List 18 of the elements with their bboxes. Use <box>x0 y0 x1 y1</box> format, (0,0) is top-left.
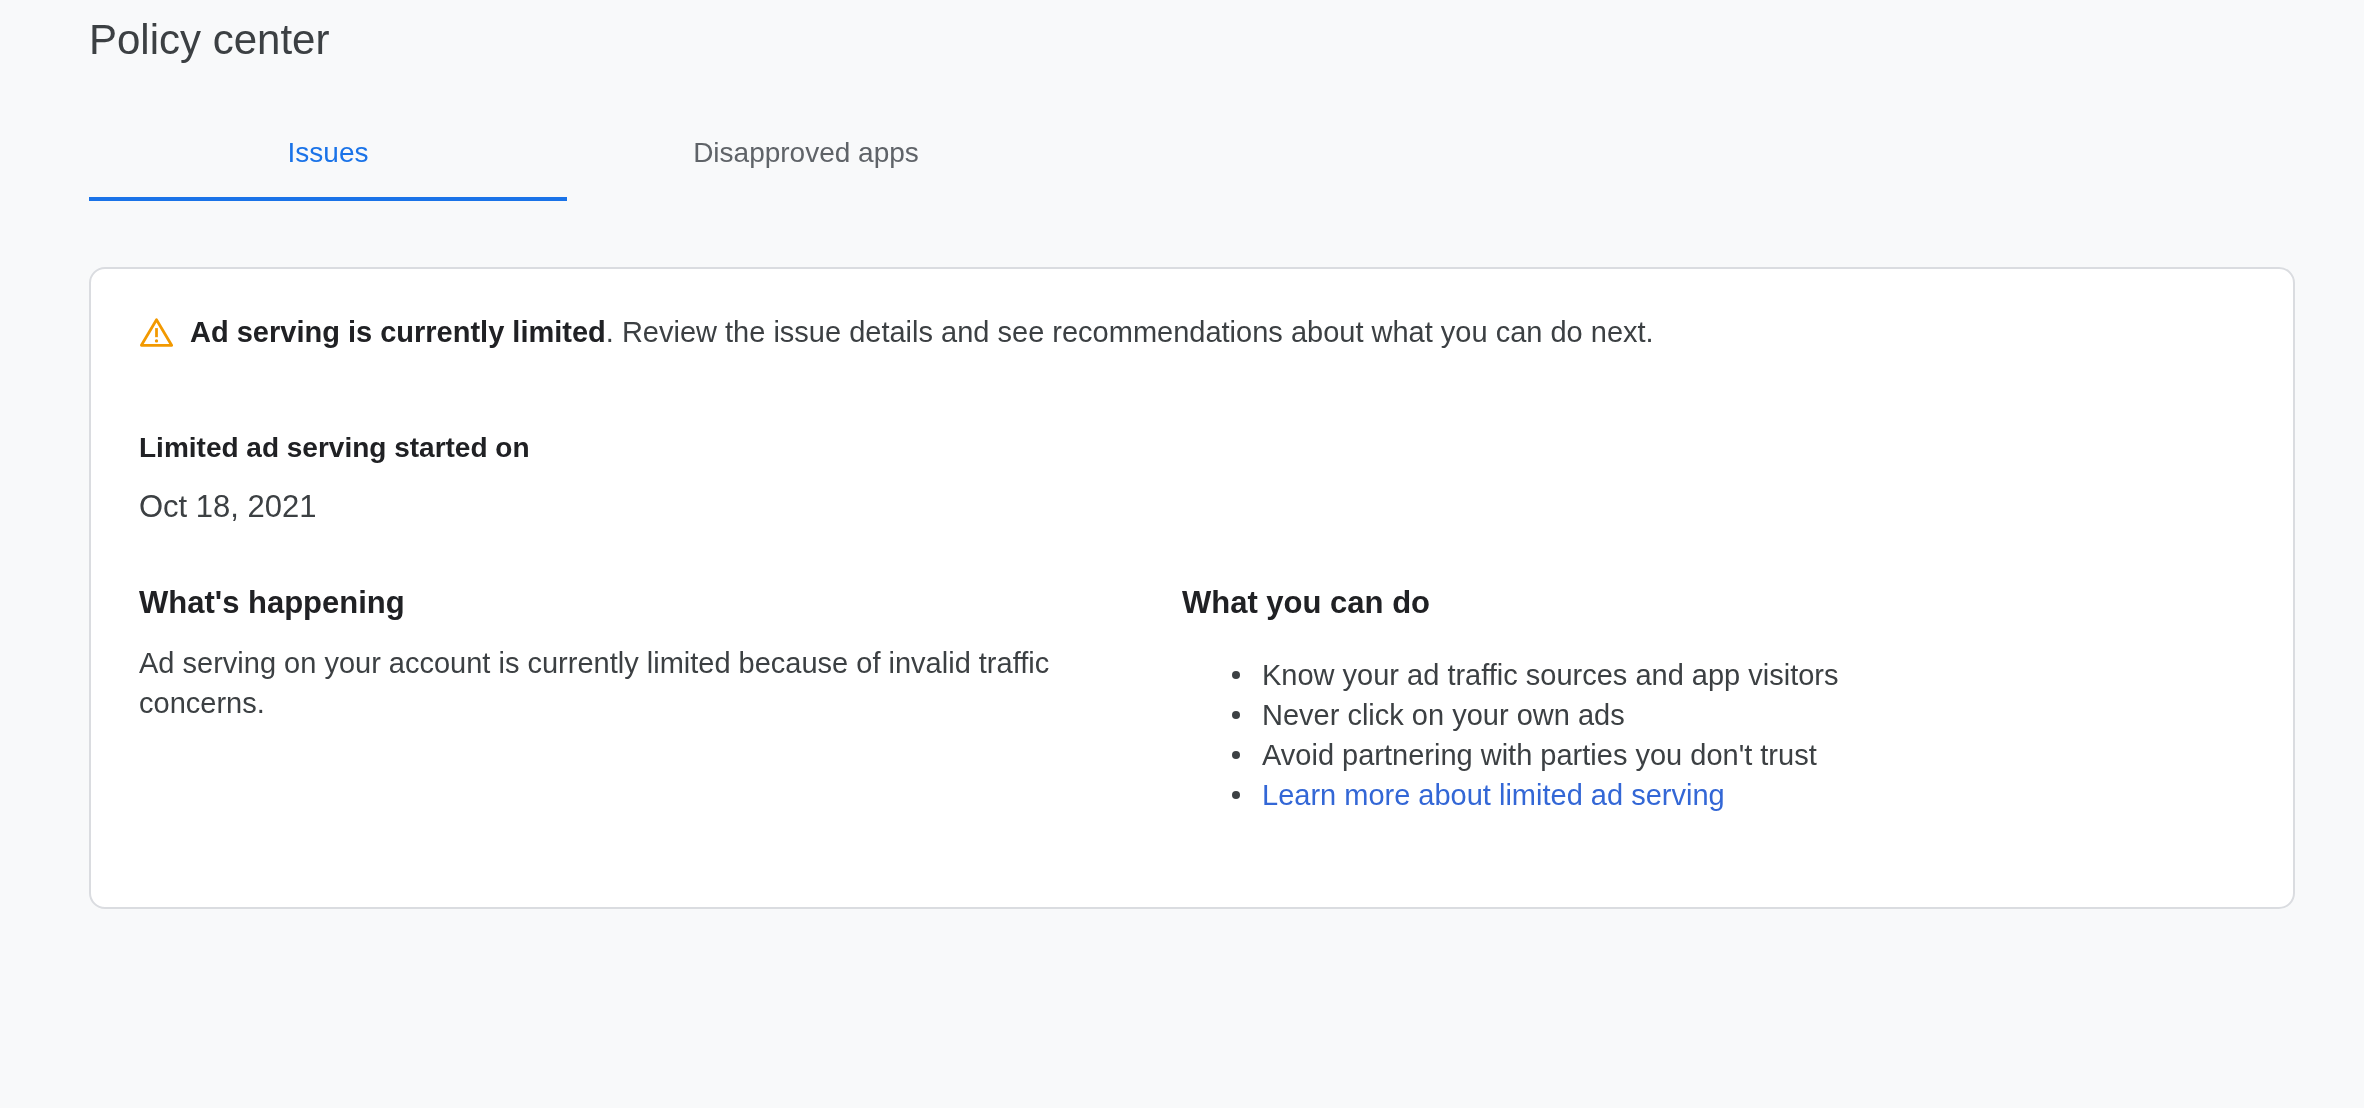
alert-message: Ad serving is currently limited. Review the issue details and see recommendations about what you can do next. <box>190 315 1654 350</box>
bullet-icon <box>1232 671 1240 679</box>
start-date-value: Oct 18, 2021 <box>139 488 317 526</box>
tab[interactable]: Disapproved apps <box>567 105 1045 201</box>
tab[interactable]: Issues <box>89 105 567 201</box>
description-text: Ad serving on your account is currently limited because of invalid traffic concerns. <box>139 646 1051 721</box>
start-date-label: Limited ad serving started on <box>139 431 530 465</box>
recommendation-text: Avoid partnering with parties you don't trust <box>1262 738 1817 773</box>
learn-more-link[interactable]: Learn more about limited ad serving <box>1262 775 1725 815</box>
bullet-icon <box>1232 751 1240 759</box>
warning-icon <box>140 317 173 347</box>
bullet-icon <box>1232 791 1240 799</box>
bullet-icon <box>1232 711 1240 719</box>
recommendation-text: Know your ad traffic sources and app visitors <box>1262 658 1839 693</box>
recommendation-text: Never click on your own ads <box>1262 698 1625 733</box>
section-heading: What's happening <box>139 584 405 622</box>
page-title: Policy center <box>89 15 330 65</box>
section-heading: What you can do <box>1182 584 1430 622</box>
